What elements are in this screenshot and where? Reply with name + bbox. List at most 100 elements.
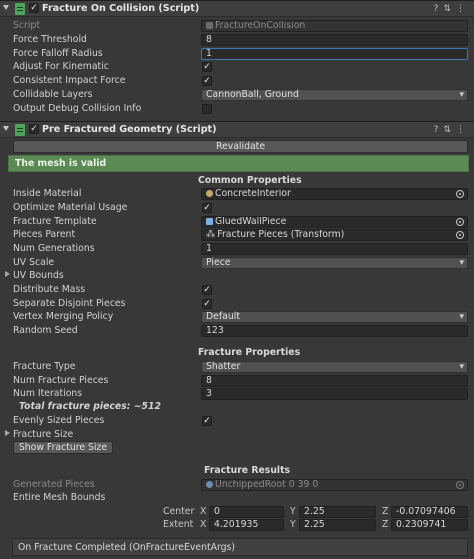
revalidate-button[interactable]: Revalidate [13, 140, 468, 153]
help-icon[interactable]: ? [434, 4, 444, 14]
component-title: Pre Fractured Geometry (Script) [42, 124, 217, 135]
center-z-label: Z [382, 506, 389, 517]
generated-pieces-field: UnchippedRoot 0 39 0 [201, 479, 468, 491]
random-seed-label: Random Seed [13, 325, 78, 336]
collidable-layers-dropdown[interactable]: CannonBall, Ground [201, 89, 468, 101]
extent-x-label: X [200, 519, 207, 530]
separate-disjoint-label: Separate Disjoint Pieces [13, 298, 126, 309]
show-fracture-size-button[interactable]: Show Fracture Size [13, 441, 113, 454]
help-icon[interactable]: ? [434, 125, 444, 135]
evenly-sized-label: Evenly Sized Pieces [13, 415, 105, 426]
optimize-material-label: Optimize Material Usage [13, 202, 128, 213]
presets-icon[interactable]: ⇅ [443, 125, 456, 135]
pieces-parent-label: Pieces Parent [13, 229, 76, 240]
extent-label: Extent [163, 519, 194, 530]
num-iterations-input[interactable]: 3 [201, 388, 468, 400]
fracture-type-label: Fracture Type [13, 361, 76, 372]
header-icons: ?⇅⋮ [434, 3, 470, 15]
num-generations-input[interactable]: 1 [201, 243, 468, 255]
script-icon [15, 3, 25, 15]
script-label: Script [13, 20, 40, 31]
uv-bounds-foldout[interactable]: UV Bounds [13, 270, 64, 282]
force-threshold-label: Force Threshold [13, 34, 87, 45]
center-x-input[interactable]: 0 [209, 506, 284, 518]
optimize-material-checkbox[interactable]: ✓ [202, 203, 212, 213]
center-x-label: X [200, 506, 207, 517]
fracture-results-header: Fracture Results [204, 465, 291, 476]
uv-scale-label: UV Scale [13, 257, 55, 268]
separate-disjoint-checkbox[interactable]: ✓ [202, 299, 212, 309]
num-iterations-label: Num Iterations [13, 388, 83, 399]
object-picker-icon[interactable] [456, 231, 464, 239]
collapse-arrow-icon[interactable] [3, 126, 9, 131]
component-header-pre-fractured-geometry[interactable]: ✓ Pre Fractured Geometry (Script) ?⇅⋮ [0, 121, 474, 138]
extent-z-input[interactable]: 0.2309741 [391, 519, 468, 531]
force-falloff-label: Force Falloff Radius [13, 48, 103, 59]
component-enabled-checkbox[interactable]: ✓ [29, 124, 39, 134]
total-pieces-text: Total fracture pieces: ~512 [19, 401, 161, 412]
presets-icon[interactable]: ⇅ [443, 4, 456, 14]
material-icon [206, 190, 213, 197]
center-z-input[interactable]: -0.07097406 [391, 506, 468, 518]
extent-x-input[interactable]: 4.201935 [209, 519, 284, 531]
debug-collision-label: Output Debug Collision Info [13, 103, 142, 114]
menu-icon[interactable]: ⋮ [456, 125, 470, 135]
fracture-template-field[interactable]: GluedWallPiece [201, 216, 468, 228]
component-title: Fracture On Collision (Script) [42, 3, 200, 14]
adjust-kinematic-label: Adjust For Kinematic [13, 61, 109, 72]
distribute-mass-label: Distribute Mass [13, 284, 86, 295]
extent-y-input[interactable]: 2.25 [299, 519, 376, 531]
fracture-size-foldout[interactable]: Fracture Size [13, 429, 73, 441]
inside-material-label: Inside Material [13, 188, 82, 199]
adjust-kinematic-checkbox[interactable]: ✓ [202, 62, 212, 72]
extent-y-label: Y [290, 519, 296, 530]
fracture-properties-header: Fracture Properties [198, 347, 301, 358]
entire-mesh-bounds-label: Entire Mesh Bounds [13, 492, 106, 503]
extent-z-label: Z [382, 519, 389, 530]
uv-scale-dropdown[interactable]: Piece [201, 257, 468, 269]
force-threshold-input[interactable]: 8 [201, 34, 468, 46]
component-enabled-checkbox[interactable]: ✓ [29, 3, 39, 13]
object-picker-icon [456, 481, 464, 489]
prefab-icon [206, 218, 213, 225]
vertex-merging-label: Vertex Merging Policy [13, 311, 114, 322]
center-y-input[interactable]: 2.25 [299, 506, 376, 518]
expand-arrow-icon[interactable] [5, 271, 10, 277]
fracture-type-dropdown[interactable]: Shatter [201, 361, 468, 373]
common-properties-header: Common Properties [198, 175, 302, 186]
validation-box: The mesh is valid [8, 155, 469, 172]
object-picker-icon[interactable] [456, 218, 464, 226]
num-fracture-pieces-label: Num Fracture Pieces [13, 375, 109, 386]
debug-collision-checkbox[interactable] [202, 104, 212, 114]
consistent-impact-label: Consistent Impact Force [13, 75, 126, 86]
pieces-parent-field[interactable]: ⁂ Fracture Pieces (Transform) [201, 229, 468, 241]
on-fracture-completed-event[interactable]: On Fracture Completed (OnFractureEventAr… [12, 538, 468, 556]
force-falloff-input[interactable]: 1 [201, 48, 468, 60]
num-generations-label: Num Generations [13, 243, 95, 254]
menu-icon[interactable]: ⋮ [456, 4, 470, 14]
object-picker-icon[interactable] [456, 190, 464, 198]
script-icon [15, 124, 25, 136]
validation-message: The mesh is valid [15, 158, 107, 169]
collidable-layers-label: Collidable Layers [13, 89, 93, 100]
center-y-label: Y [290, 506, 296, 517]
vertex-merging-dropdown[interactable]: Default [201, 311, 468, 323]
gameobject-icon [206, 481, 213, 488]
script-field: FractureOnCollision [201, 20, 468, 32]
generated-pieces-label: Generated Pieces [13, 479, 95, 490]
component-header-fracture-on-collision[interactable]: ✓ Fracture On Collision (Script) ?⇅⋮ [0, 0, 474, 17]
expand-arrow-icon[interactable] [5, 430, 10, 436]
num-fracture-pieces-input[interactable]: 8 [201, 375, 468, 387]
collapse-arrow-icon[interactable] [3, 5, 9, 10]
event-label: On Fracture Completed (OnFractureEventAr… [18, 542, 235, 553]
transform-icon: ⁂ [206, 229, 216, 240]
center-label: Center [163, 506, 195, 517]
evenly-sized-checkbox[interactable]: ✓ [202, 416, 212, 426]
random-seed-input[interactable]: 123 [201, 325, 468, 337]
distribute-mass-checkbox[interactable]: ✓ [202, 285, 212, 295]
cs-file-icon [206, 22, 213, 29]
inside-material-field[interactable]: ConcreteInterior [201, 188, 468, 200]
consistent-impact-checkbox[interactable]: ✓ [202, 76, 212, 86]
fracture-template-label: Fracture Template [13, 216, 97, 227]
header-icons: ?⇅⋮ [434, 124, 470, 136]
